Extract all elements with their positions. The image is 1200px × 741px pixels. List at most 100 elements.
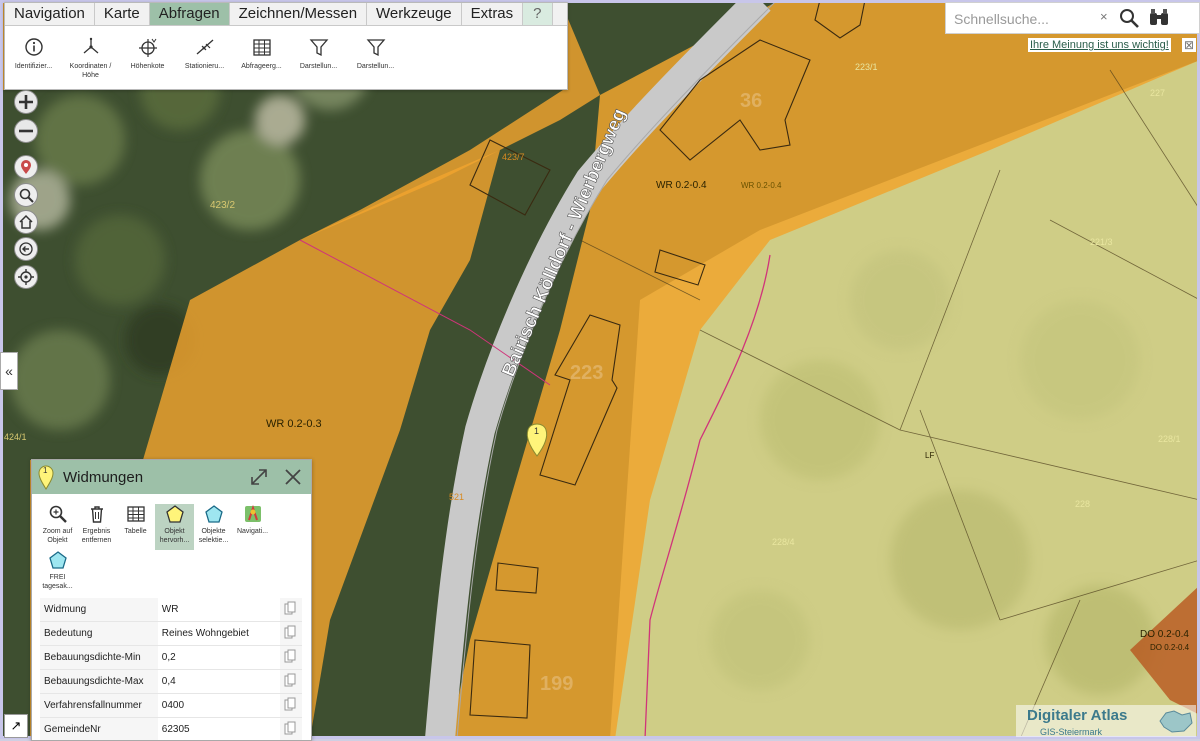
tab-navigation[interactable]: Navigation bbox=[5, 3, 95, 25]
main-menu: Navigation Karte Abfragen Zeichnen/Messe… bbox=[4, 2, 568, 90]
arrow-left-icon bbox=[18, 241, 34, 257]
table-row: Bebauungsdichte-Min 0,2 bbox=[40, 646, 302, 670]
previous-view-button[interactable] bbox=[14, 237, 38, 261]
binoculars-icon[interactable] bbox=[1147, 7, 1171, 29]
parcel-number: 223/1 bbox=[855, 62, 878, 72]
remove-result-button[interactable]: Ergebnis entfernen bbox=[77, 504, 116, 550]
panel-title: Widmungen bbox=[63, 469, 143, 486]
tab-werkzeuge[interactable]: Werkzeuge bbox=[367, 3, 462, 25]
feedback-link[interactable]: Ihre Meinung ist uns wichtig! bbox=[1028, 38, 1171, 52]
digitaler-atlas-logo: Digitaler Atlas GIS-Steiermark bbox=[1016, 705, 1196, 737]
table-row: Verfahrensfallnummer 0400 bbox=[40, 694, 302, 718]
stationing-tool[interactable]: Stationieru... bbox=[176, 36, 233, 80]
attribute-key: Widmung bbox=[40, 598, 158, 622]
tab-abfragen[interactable]: Abfragen bbox=[150, 3, 230, 25]
parcel-number: 228 bbox=[1075, 499, 1090, 509]
expand-icon[interactable] bbox=[249, 467, 269, 487]
tool-label: Abfrageerg... bbox=[234, 62, 290, 71]
query-result-tool[interactable]: Abfrageerg... bbox=[233, 36, 290, 80]
attribute-table: Widmung WR Bedeutung Reines Wohngebiet B… bbox=[40, 598, 302, 741]
elevation-tool[interactable]: Höhenkote bbox=[119, 36, 176, 80]
parcel-number: 221/3 bbox=[1090, 237, 1113, 247]
panel-toolbar: Zoom auf Objekt Ergebnis entfernen Tabel… bbox=[32, 494, 311, 596]
zoom-to-extent-button[interactable] bbox=[14, 183, 38, 207]
logo-title: Digitaler Atlas bbox=[1027, 707, 1127, 724]
search-icon[interactable] bbox=[1118, 7, 1140, 29]
home-icon bbox=[18, 214, 34, 230]
panel-header: 1 Widmungen bbox=[32, 460, 311, 494]
parcel-number: 423/7 bbox=[502, 152, 525, 162]
tab-karte[interactable]: Karte bbox=[95, 3, 150, 25]
zoom-in-button[interactable] bbox=[14, 90, 38, 114]
select-objects-button[interactable]: Objekte selektie... bbox=[194, 504, 233, 550]
copy-icon[interactable] bbox=[280, 670, 302, 694]
table-button[interactable]: Tabelle bbox=[116, 504, 155, 550]
zoning-label: LF bbox=[925, 451, 934, 460]
locate-me-button[interactable] bbox=[14, 265, 38, 289]
map-pin-icon bbox=[18, 159, 34, 175]
parcel-number: 228/1 bbox=[1158, 434, 1181, 444]
copy-icon[interactable] bbox=[280, 622, 302, 646]
table-icon bbox=[251, 36, 273, 58]
tool-label: Navigati... bbox=[234, 527, 272, 536]
attribute-value: 0,2 bbox=[158, 646, 280, 670]
menu-tabs: Navigation Karte Abfragen Zeichnen/Messe… bbox=[5, 3, 567, 26]
double-chevron-left-icon: « bbox=[5, 363, 13, 379]
plus-icon bbox=[18, 94, 34, 110]
home-button[interactable] bbox=[14, 210, 38, 234]
copy-icon[interactable] bbox=[280, 718, 302, 741]
table-row: Bebauungsdichte-Max 0,4 bbox=[40, 670, 302, 694]
attribute-value: 0400 bbox=[158, 694, 280, 718]
collapse-panel-button[interactable]: « bbox=[0, 352, 18, 390]
attribute-value: 62305 bbox=[158, 718, 280, 741]
parcel-number: 423/2 bbox=[210, 200, 235, 211]
attribute-value: 0,4 bbox=[158, 670, 280, 694]
styria-map-icon bbox=[1158, 707, 1194, 735]
copy-icon[interactable] bbox=[280, 694, 302, 718]
close-icon[interactable] bbox=[283, 467, 303, 487]
close-feedback-button[interactable]: ⊠ bbox=[1182, 38, 1196, 52]
info-icon bbox=[23, 36, 45, 58]
parcel-number: 424/1 bbox=[4, 432, 27, 442]
attribute-key: Bebauungsdichte-Max bbox=[40, 670, 158, 694]
attribute-key: Bedeutung bbox=[40, 622, 158, 646]
zoning-label: DO 0.2-0.4 bbox=[1150, 643, 1190, 652]
tab-help[interactable]: ? bbox=[523, 3, 552, 25]
zoom-out-button[interactable] bbox=[14, 119, 38, 143]
arrow-up-right-icon: ↗ bbox=[11, 718, 22, 733]
clear-search-button[interactable]: × bbox=[1100, 9, 1108, 24]
filter-icon bbox=[365, 36, 387, 58]
polygon-icon bbox=[48, 550, 68, 570]
tab-zeichnen-messen[interactable]: Zeichnen/Messen bbox=[230, 3, 367, 25]
zoning-label: WR 0.2-0.4 bbox=[656, 180, 707, 191]
display-filter-tool-1[interactable]: Darstellun... bbox=[290, 36, 347, 80]
attribute-key: Bebauungsdichte-Min bbox=[40, 646, 158, 670]
menu-toolbar: Identifizier... Koordinaten / Höhe Höhen… bbox=[5, 26, 567, 80]
search-input[interactable] bbox=[952, 8, 1096, 30]
minus-icon bbox=[18, 123, 34, 139]
highlight-object-button[interactable]: Objekt hervorh... bbox=[155, 504, 194, 550]
table-row: GemeindeNr 62305 bbox=[40, 718, 302, 741]
tool-label: Ergebnis entfernen bbox=[78, 527, 116, 545]
parcel-number: 36 bbox=[740, 90, 762, 112]
highlight-polygon-icon bbox=[165, 504, 185, 524]
table-row: Bedeutung Reines Wohngebiet bbox=[40, 622, 302, 646]
table-icon bbox=[126, 504, 146, 524]
identify-tool[interactable]: Identifizier... bbox=[5, 36, 62, 80]
navigation-icon bbox=[243, 504, 263, 524]
parcel-number: 227 bbox=[1150, 88, 1165, 98]
expand-overview-button[interactable]: ↗ bbox=[4, 714, 28, 738]
frei-tagesaktuell-button[interactable]: FREI tagesak... bbox=[38, 550, 77, 596]
location-button[interactable] bbox=[14, 155, 38, 179]
parcel-number: 223 bbox=[570, 362, 603, 384]
magnifier-icon bbox=[18, 187, 34, 203]
attribute-value: WR bbox=[158, 598, 280, 622]
copy-icon[interactable] bbox=[280, 646, 302, 670]
tab-extras[interactable]: Extras bbox=[462, 3, 524, 25]
parcel-number: 521 bbox=[449, 492, 464, 502]
copy-icon[interactable] bbox=[280, 598, 302, 622]
coordinates-tool[interactable]: Koordinaten / Höhe bbox=[62, 36, 119, 80]
display-filter-tool-2[interactable]: Darstellun... bbox=[347, 36, 404, 80]
zoom-to-object-button[interactable]: Zoom auf Objekt bbox=[38, 504, 77, 550]
navigation-button[interactable]: Navigati... bbox=[233, 504, 272, 550]
